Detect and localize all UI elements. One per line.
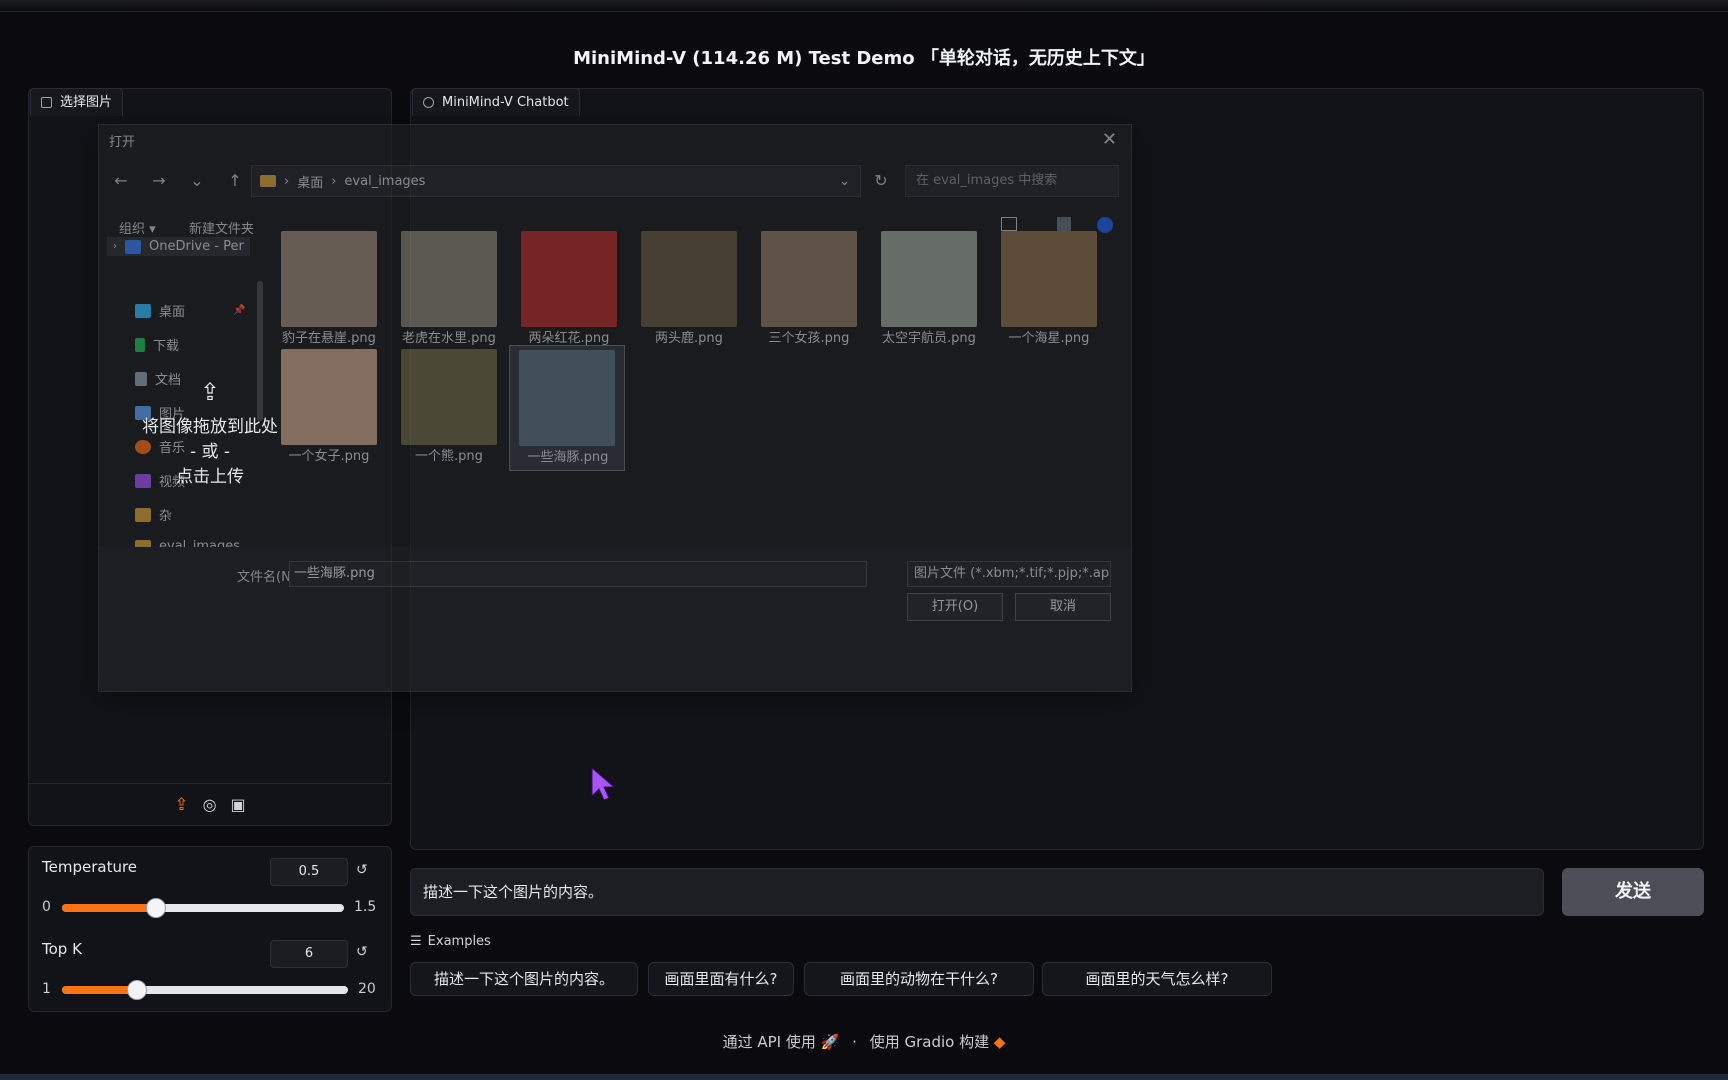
file-thumbnail: [401, 349, 497, 445]
upload-or-text: - 或 -: [189, 442, 231, 462]
reset-icon[interactable]: ↺: [356, 944, 368, 960]
footer: 通过 API 使用 🚀 · 使用 Gradio 构建 ◆: [0, 1031, 1728, 1052]
gradio-link[interactable]: 使用 Gradio 构建: [870, 1033, 989, 1051]
file-thumbnail: [519, 350, 615, 446]
folder-icon: [260, 175, 276, 187]
top-k-label: Top K: [42, 940, 82, 958]
pin-icon: 📌: [233, 305, 246, 316]
chat-panel-tab[interactable]: MiniMind-V Chatbot: [412, 88, 580, 116]
example-button[interactable]: 画面里的动物在干什么?: [804, 962, 1034, 996]
folder-icon: [135, 507, 151, 522]
dialog-search-input[interactable]: 在 eval_images 中搜索: [905, 165, 1119, 197]
temperature-max: 1.5: [354, 899, 377, 915]
upload-icon[interactable]: ⇪: [174, 795, 188, 815]
examples-header: ☰ Examples: [410, 934, 491, 949]
webcam-icon[interactable]: ◎: [203, 795, 217, 814]
temperature-slider-handle[interactable]: [146, 898, 166, 918]
send-button[interactable]: 发送: [1562, 868, 1704, 916]
file-tile[interactable]: 豹子在悬崖.png: [269, 231, 389, 346]
file-thumbnail: [641, 231, 737, 327]
dialog-title: 打开: [109, 135, 136, 150]
cloud-icon: [125, 239, 141, 254]
mouse-cursor-icon: [590, 766, 616, 806]
file-tile[interactable]: 一个海星.png: [989, 231, 1109, 346]
temperature-min: 0: [42, 899, 51, 915]
open-button[interactable]: 打开(O): [907, 593, 1003, 621]
file-thumbnail: [521, 231, 617, 327]
close-icon[interactable]: ✕: [1102, 129, 1117, 150]
api-link[interactable]: 通过 API 使用: [723, 1033, 816, 1051]
sidebar-item-downloads[interactable]: 下载: [135, 335, 179, 354]
image-icon: [41, 97, 52, 108]
breadcrumb-eval-images[interactable]: eval_images: [344, 174, 425, 189]
file-tile[interactable]: 两朵红花.png: [509, 231, 629, 346]
image-panel-tab[interactable]: 选择图片: [30, 88, 124, 116]
temperature-slider-fill: [62, 904, 156, 912]
filetype-select[interactable]: 图片文件 (*.xbm;*.tif;*.pjp;*.ap: [907, 561, 1111, 587]
forward-arrow-icon[interactable]: →: [147, 171, 171, 190]
address-dropdown-icon[interactable]: ⌄: [839, 174, 850, 189]
nav-buttons: ← → ⌄ ↑: [109, 171, 247, 190]
file-tile[interactable]: 三个女孩.png: [749, 231, 869, 346]
up-arrow-icon[interactable]: ↑: [223, 171, 247, 190]
file-tile[interactable]: 老虎在水里.png: [389, 231, 509, 346]
sidebar-item-misc[interactable]: 杂: [135, 505, 172, 524]
temperature-label: Temperature: [42, 858, 138, 876]
example-button[interactable]: 画面里的天气怎么样?: [1042, 962, 1272, 996]
chat-icon: [423, 97, 434, 108]
image-panel-tab-label: 选择图片: [60, 94, 113, 110]
file-thumbnail: [281, 231, 377, 327]
top-k-max: 20: [358, 981, 376, 997]
file-thumbnail: [401, 231, 497, 327]
cancel-button[interactable]: 取消: [1015, 593, 1111, 621]
back-arrow-icon[interactable]: ←: [109, 171, 133, 190]
upload-arrow-icon: ⇪: [199, 378, 221, 406]
list-icon: ☰: [410, 934, 422, 949]
file-tile[interactable]: 两头鹿.png: [629, 231, 749, 346]
chevron-down-icon[interactable]: ⌄: [185, 171, 209, 190]
browser-top-strip: [0, 0, 1728, 12]
top-k-slider-handle[interactable]: [127, 980, 147, 1000]
example-button[interactable]: 描述一下这个图片的内容。: [410, 962, 638, 996]
sidebar-item-onedrive[interactable]: › OneDrive - Per: [107, 237, 250, 256]
file-grid: 豹子在悬崖.png 老虎在水里.png 两朵红花.png 两头鹿.png 三个女…: [269, 225, 1129, 555]
taskbar-strip: [0, 1074, 1728, 1080]
upload-drop-text: 将图像拖放到此处: [142, 417, 278, 437]
desktop-icon: [135, 303, 151, 318]
file-tile-selected[interactable]: 一些海豚.png: [509, 345, 625, 471]
footer-separator: ·: [852, 1033, 857, 1051]
chat-panel-tab-label: MiniMind-V Chatbot: [442, 94, 569, 110]
gradio-logo-icon: ◆: [993, 1033, 1006, 1051]
upload-click-text: 点击上传: [176, 467, 244, 487]
download-icon: [135, 337, 145, 352]
file-thumbnail: [761, 231, 857, 327]
top-k-min: 1: [42, 981, 51, 997]
message-input[interactable]: 描述一下这个图片的内容。: [410, 868, 1544, 916]
page-title: MiniMind-V (114.26 M) Test Demo 「单轮对话，无历…: [573, 48, 1155, 69]
file-tile[interactable]: 太空宇航员.png: [869, 231, 989, 346]
breadcrumb-desktop[interactable]: 桌面: [297, 172, 323, 191]
example-button[interactable]: 画面里面有什么?: [648, 962, 794, 996]
reset-icon[interactable]: ↺: [356, 862, 368, 878]
rocket-icon: 🚀: [820, 1033, 840, 1051]
clipboard-icon[interactable]: ▣: [231, 795, 246, 814]
image-upload-toolbar: ⇪ ◎ ▣: [28, 783, 392, 825]
sidebar-item-desktop[interactable]: 桌面 📌: [135, 301, 245, 320]
temperature-value-input[interactable]: 0.5: [270, 858, 348, 886]
address-bar[interactable]: › 桌面 › eval_images ⌄: [251, 165, 861, 197]
top-k-slider-fill: [62, 986, 137, 994]
upload-dropzone[interactable]: ⇪ 将图像拖放到此处 - 或 - 点击上传: [120, 378, 300, 498]
top-k-value-input[interactable]: 6: [270, 940, 348, 968]
file-tile[interactable]: 一个熊.png: [389, 349, 509, 464]
file-thumbnail: [881, 231, 977, 327]
file-thumbnail: [1001, 231, 1097, 327]
filename-input[interactable]: 一些海豚.png: [289, 561, 867, 587]
refresh-icon[interactable]: ↻: [869, 171, 893, 190]
